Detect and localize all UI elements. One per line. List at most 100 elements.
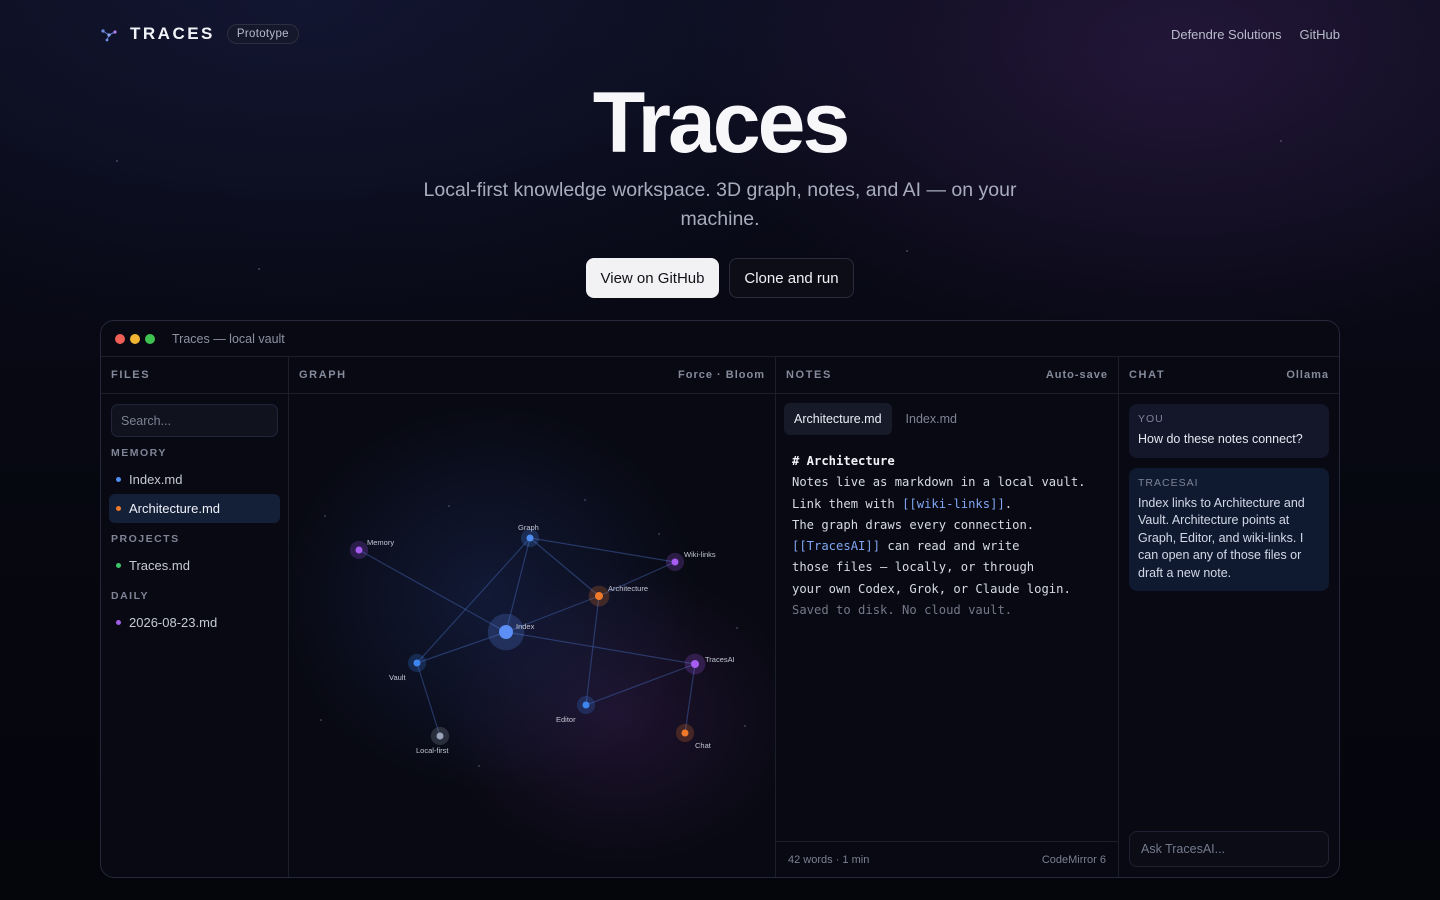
graph-edge <box>358 549 507 633</box>
file-item-traces[interactable]: Traces.md <box>109 551 280 580</box>
traces-logo-icon <box>100 25 118 43</box>
file-dot <box>116 620 121 625</box>
node-dot[interactable] <box>595 592 603 600</box>
graph-edge <box>529 537 676 563</box>
node-label: Editor <box>556 715 576 724</box>
clone-and-run-button[interactable]: Clone and run <box>729 258 854 298</box>
message-text: Index links to Architecture and Vault. A… <box>1138 495 1305 580</box>
graph-speck <box>736 627 738 629</box>
graph-node-wiki-links[interactable]: Wiki-links <box>665 550 716 572</box>
graph-node-chat[interactable]: Chat <box>675 723 712 750</box>
window-title: Traces — local vault <box>172 331 285 346</box>
message-author: TRACESAI <box>1138 476 1199 489</box>
graph-edge <box>585 595 600 706</box>
wiki-link[interactable]: [[TracesAI]] <box>792 539 880 553</box>
hero-subtitle: Local-first knowledge workspace. 3D grap… <box>423 179 1017 230</box>
chat-input[interactable]: Ask TracesAI... <box>1129 831 1329 867</box>
graph-node-editor[interactable]: Editor <box>556 695 596 724</box>
notes-header: NOTES Auto-save <box>776 357 1118 394</box>
file-name: Index.md <box>129 472 183 487</box>
node-dot[interactable] <box>526 534 534 542</box>
file-item-index[interactable]: Index.md <box>109 465 280 494</box>
graph-node-graph[interactable]: Graph <box>518 523 540 548</box>
node-dot[interactable] <box>499 625 513 639</box>
markdown-editor[interactable]: # Architecture Notes live as markdown in… <box>776 435 1118 621</box>
editor-text: can read and write <box>880 539 1020 554</box>
node-dot[interactable] <box>681 729 689 737</box>
editor-text: . <box>1004 496 1013 511</box>
notes-header-label: NOTES <box>786 369 832 381</box>
graph-speck <box>320 719 322 721</box>
graph-mode[interactable]: Force · Bloom <box>678 369 765 381</box>
graph-speck <box>584 499 586 501</box>
star <box>258 268 260 270</box>
brand[interactable]: TRACES Prototype <box>100 24 299 44</box>
node-label: Chat <box>695 741 712 750</box>
graph-node-tracesai[interactable]: TracesAI <box>684 653 735 675</box>
graph-node-vault[interactable]: Vault <box>389 653 427 682</box>
file-search-input[interactable]: Search... <box>111 404 278 437</box>
note-tabs: Architecture.md Index.md <box>776 394 1118 435</box>
file-name: Architecture.md <box>129 501 221 516</box>
tab-architecture[interactable]: Architecture.md <box>784 403 892 435</box>
close-dot[interactable] <box>115 333 125 344</box>
wiki-link[interactable]: [[wiki-links]] <box>902 497 1005 511</box>
editor-line: those files — locally, or through <box>792 560 1035 575</box>
message-text: How do these notes connect? <box>1138 432 1303 446</box>
graph-node-memory[interactable]: Memory <box>349 538 394 560</box>
graph-speck <box>744 725 746 727</box>
node-dot[interactable] <box>691 660 699 668</box>
node-dot[interactable] <box>355 546 363 554</box>
node-label: Local-first <box>416 746 449 755</box>
editor-line: # Architecture <box>792 454 895 468</box>
editor-line: Saved to disk. No cloud vault. <box>792 603 1013 618</box>
chat-header-label: CHAT <box>1129 369 1166 381</box>
minimize-dot[interactable] <box>130 333 140 344</box>
graph-speck <box>478 765 480 767</box>
graph-edge <box>585 663 696 706</box>
notes-pane: NOTES Auto-save Architecture.md Index.md… <box>776 357 1119 877</box>
graph-node-local-first[interactable]: Local-first <box>416 726 449 755</box>
graph-edge <box>416 662 441 737</box>
node-label: Vault <box>389 673 406 682</box>
node-label: Memory <box>367 538 394 547</box>
maximize-dot[interactable] <box>145 333 155 344</box>
tab-index[interactable]: Index.md <box>896 403 967 435</box>
notes-footer: 42 words · 1 min CodeMirror 6 <box>776 841 1118 877</box>
files-pane: FILES Search... MEMORY Index.md Architec… <box>101 357 289 877</box>
editor-engine: CodeMirror 6 <box>1041 853 1106 866</box>
file-dot <box>116 477 121 482</box>
chat-pane: CHAT Ollama YOU How do these notes conne… <box>1119 357 1339 877</box>
graph-header: GRAPH Force · Bloom <box>289 357 775 394</box>
graph-speck <box>658 533 660 535</box>
knowledge-graph[interactable]: Memory Graph Wiki-links Architecture Index Va… <box>289 394 776 878</box>
graph-node-index[interactable]: Index <box>487 613 535 651</box>
view-on-github-button[interactable]: View on GitHub <box>586 258 719 298</box>
node-label: TracesAI <box>705 655 735 664</box>
node-dot[interactable] <box>671 558 679 566</box>
node-dot[interactable] <box>582 701 590 709</box>
chat-provider[interactable]: Ollama <box>1286 369 1329 381</box>
graph-header-label: GRAPH <box>299 369 347 381</box>
node-dot[interactable] <box>413 659 421 667</box>
editor-line: your own Codex, Grok, or Claude login. <box>792 581 1071 596</box>
message-author: YOU <box>1138 413 1164 425</box>
file-dot <box>116 506 121 511</box>
node-dot[interactable] <box>436 732 444 740</box>
nav-link-github[interactable]: GitHub <box>1300 27 1340 42</box>
brand-name: TRACES <box>130 24 215 43</box>
graph-node-architecture[interactable]: Architecture <box>588 584 648 607</box>
file-name: Traces.md <box>129 558 190 573</box>
section-label-daily: DAILY <box>111 590 150 602</box>
window-titlebar: Traces — local vault <box>101 321 1339 357</box>
editor-text: Link them with <box>792 496 903 511</box>
nav-link-defendre[interactable]: Defendre Solutions <box>1171 27 1282 42</box>
editor-line: [[TracesAI]] can read and write <box>792 536 1102 557</box>
file-item-architecture[interactable]: Architecture.md <box>109 494 280 523</box>
node-label: Architecture <box>608 584 648 593</box>
node-label: Graph <box>518 523 539 532</box>
graph-edge <box>684 663 696 734</box>
file-item-daily[interactable]: 2026-08-23.md <box>109 608 280 637</box>
chat-header: CHAT Ollama <box>1119 357 1339 394</box>
file-dot <box>116 563 121 568</box>
